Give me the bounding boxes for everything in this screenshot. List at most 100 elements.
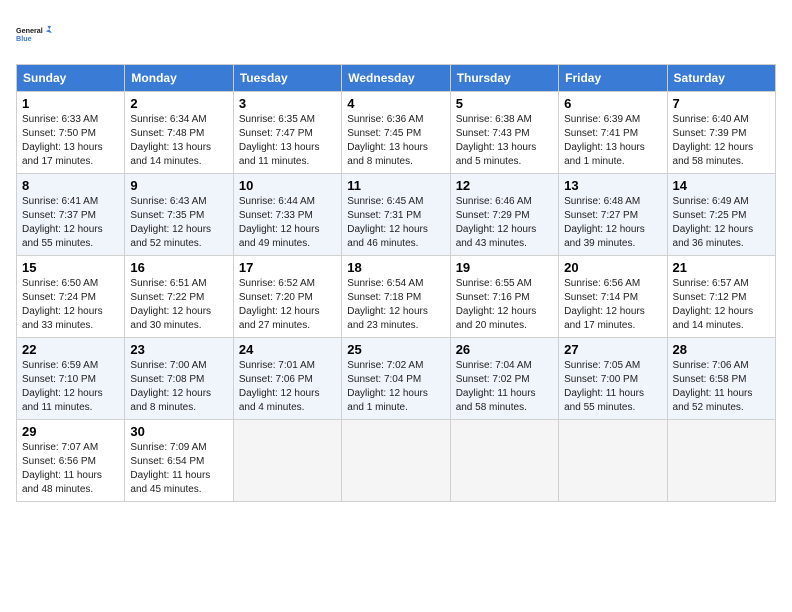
day-number: 20 xyxy=(564,260,661,275)
day-number: 18 xyxy=(347,260,444,275)
calendar-week-row: 15Sunrise: 6:50 AMSunset: 7:24 PMDayligh… xyxy=(17,256,776,338)
col-header-tuesday: Tuesday xyxy=(233,65,341,92)
day-detail: Sunrise: 7:07 AMSunset: 6:56 PMDaylight:… xyxy=(22,441,119,497)
day-detail: Sunrise: 6:36 AMSunset: 7:45 PMDaylight:… xyxy=(347,113,444,169)
day-number: 24 xyxy=(239,342,336,357)
day-number: 22 xyxy=(22,342,119,357)
day-detail: Sunrise: 7:05 AMSunset: 7:00 PMDaylight:… xyxy=(564,359,661,415)
calendar-table: SundayMondayTuesdayWednesdayThursdayFrid… xyxy=(16,64,776,502)
calendar-cell: 7 Sunrise: 6:40 AMSunset: 7:39 PMDaylight… xyxy=(667,92,775,174)
day-number: 1 xyxy=(22,96,119,111)
calendar-cell: 13Sunrise: 6:48 AMSunset: 7:27 PMDayligh… xyxy=(559,174,667,256)
col-header-wednesday: Wednesday xyxy=(342,65,450,92)
calendar-cell: 23 Sunrise: 7:00 AMSunset: 7:08 PMDayligh… xyxy=(125,338,233,420)
day-number: 28 xyxy=(673,342,770,357)
calendar-cell: 25 Sunrise: 7:02 AMSunset: 7:04 PMDayligh… xyxy=(342,338,450,420)
svg-text:Blue: Blue xyxy=(16,34,32,43)
day-detail: Sunrise: 6:44 AMSunset: 7:33 PMDaylight:… xyxy=(239,195,336,251)
calendar-cell: 11 Sunrise: 6:45 AMSunset: 7:31 PMDayligh… xyxy=(342,174,450,256)
day-number: 12 xyxy=(456,178,553,193)
day-number: 8 xyxy=(22,178,119,193)
calendar-cell: 3Sunrise: 6:35 AMSunset: 7:47 PMDaylight… xyxy=(233,92,341,174)
calendar-week-row: 1 Sunrise: 6:33 AMSunset: 7:50 PMDaylight… xyxy=(17,92,776,174)
svg-text:General: General xyxy=(16,26,43,35)
day-detail: Sunrise: 7:02 AMSunset: 7:04 PMDaylight:… xyxy=(347,359,444,415)
calendar-cell: 17 Sunrise: 6:52 AMSunset: 7:20 PMDayligh… xyxy=(233,256,341,338)
day-number: 19 xyxy=(456,260,553,275)
day-detail: Sunrise: 6:34 AMSunset: 7:48 PMDaylight:… xyxy=(130,113,227,169)
day-detail: Sunrise: 6:51 AMSunset: 7:22 PMDaylight:… xyxy=(130,277,227,333)
calendar-cell: 16 Sunrise: 6:51 AMSunset: 7:22 PMDayligh… xyxy=(125,256,233,338)
calendar-cell: 22 Sunrise: 6:59 AMSunset: 7:10 PMDayligh… xyxy=(17,338,125,420)
day-number: 26 xyxy=(456,342,553,357)
day-detail: Sunrise: 6:39 AMSunset: 7:41 PMDaylight:… xyxy=(564,113,661,169)
logo-icon: GeneralBlue xyxy=(16,16,52,52)
calendar-cell: 29 Sunrise: 7:07 AMSunset: 6:56 PMDayligh… xyxy=(17,420,125,502)
calendar-header-row: SundayMondayTuesdayWednesdayThursdayFrid… xyxy=(17,65,776,92)
calendar-cell: 18Sunrise: 6:54 AMSunset: 7:18 PMDayligh… xyxy=(342,256,450,338)
day-detail: Sunrise: 6:46 AMSunset: 7:29 PMDaylight:… xyxy=(456,195,553,251)
day-number: 23 xyxy=(130,342,227,357)
col-header-saturday: Saturday xyxy=(667,65,775,92)
day-number: 16 xyxy=(130,260,227,275)
calendar-cell: 9Sunrise: 6:43 AMSunset: 7:35 PMDaylight… xyxy=(125,174,233,256)
day-detail: Sunrise: 6:38 AMSunset: 7:43 PMDaylight:… xyxy=(456,113,553,169)
day-number: 5 xyxy=(456,96,553,111)
day-number: 27 xyxy=(564,342,661,357)
calendar-cell xyxy=(559,420,667,502)
day-number: 15 xyxy=(22,260,119,275)
day-detail: Sunrise: 6:33 AMSunset: 7:50 PMDaylight:… xyxy=(22,113,119,169)
col-header-thursday: Thursday xyxy=(450,65,558,92)
day-number: 25 xyxy=(347,342,444,357)
calendar-cell: 30 Sunrise: 7:09 AMSunset: 6:54 PMDayligh… xyxy=(125,420,233,502)
calendar-cell: 12 Sunrise: 6:46 AMSunset: 7:29 PMDayligh… xyxy=(450,174,558,256)
calendar-cell: 21 Sunrise: 6:57 AMSunset: 7:12 PMDayligh… xyxy=(667,256,775,338)
day-detail: Sunrise: 6:48 AMSunset: 7:27 PMDaylight:… xyxy=(564,195,661,251)
calendar-cell: 26 Sunrise: 7:04 AMSunset: 7:02 PMDayligh… xyxy=(450,338,558,420)
col-header-sunday: Sunday xyxy=(17,65,125,92)
calendar-cell: 2Sunrise: 6:34 AMSunset: 7:48 PMDaylight… xyxy=(125,92,233,174)
day-detail: Sunrise: 7:00 AMSunset: 7:08 PMDaylight:… xyxy=(130,359,227,415)
day-number: 21 xyxy=(673,260,770,275)
day-detail: Sunrise: 7:09 AMSunset: 6:54 PMDaylight:… xyxy=(130,441,227,497)
day-number: 9 xyxy=(130,178,227,193)
calendar-cell: 14Sunrise: 6:49 AMSunset: 7:25 PMDayligh… xyxy=(667,174,775,256)
day-detail: Sunrise: 7:01 AMSunset: 7:06 PMDaylight:… xyxy=(239,359,336,415)
calendar-cell xyxy=(667,420,775,502)
calendar-cell xyxy=(450,420,558,502)
day-detail: Sunrise: 6:45 AMSunset: 7:31 PMDaylight:… xyxy=(347,195,444,251)
calendar-cell: 4Sunrise: 6:36 AMSunset: 7:45 PMDaylight… xyxy=(342,92,450,174)
day-detail: Sunrise: 6:57 AMSunset: 7:12 PMDaylight:… xyxy=(673,277,770,333)
calendar-cell: 5 Sunrise: 6:38 AMSunset: 7:43 PMDaylight… xyxy=(450,92,558,174)
day-number: 30 xyxy=(130,424,227,439)
day-detail: Sunrise: 6:56 AMSunset: 7:14 PMDaylight:… xyxy=(564,277,661,333)
day-detail: Sunrise: 7:04 AMSunset: 7:02 PMDaylight:… xyxy=(456,359,553,415)
calendar-cell: 8 Sunrise: 6:41 AMSunset: 7:37 PMDaylight… xyxy=(17,174,125,256)
calendar-week-row: 8 Sunrise: 6:41 AMSunset: 7:37 PMDaylight… xyxy=(17,174,776,256)
day-number: 7 xyxy=(673,96,770,111)
calendar-cell: 19 Sunrise: 6:55 AMSunset: 7:16 PMDayligh… xyxy=(450,256,558,338)
calendar-week-row: 22 Sunrise: 6:59 AMSunset: 7:10 PMDayligh… xyxy=(17,338,776,420)
day-detail: Sunrise: 6:41 AMSunset: 7:37 PMDaylight:… xyxy=(22,195,119,251)
calendar-week-row: 29 Sunrise: 7:07 AMSunset: 6:56 PMDayligh… xyxy=(17,420,776,502)
calendar-cell: 27 Sunrise: 7:05 AMSunset: 7:00 PMDayligh… xyxy=(559,338,667,420)
logo: GeneralBlue xyxy=(16,16,52,52)
calendar-cell: 24 Sunrise: 7:01 AMSunset: 7:06 PMDayligh… xyxy=(233,338,341,420)
day-number: 11 xyxy=(347,178,444,193)
day-number: 17 xyxy=(239,260,336,275)
day-detail: Sunrise: 6:35 AMSunset: 7:47 PMDaylight:… xyxy=(239,113,336,169)
day-number: 10 xyxy=(239,178,336,193)
day-detail: Sunrise: 6:49 AMSunset: 7:25 PMDaylight:… xyxy=(673,195,770,251)
col-header-friday: Friday xyxy=(559,65,667,92)
day-detail: Sunrise: 6:59 AMSunset: 7:10 PMDaylight:… xyxy=(22,359,119,415)
day-detail: Sunrise: 6:40 AMSunset: 7:39 PMDaylight:… xyxy=(673,113,770,169)
col-header-monday: Monday xyxy=(125,65,233,92)
calendar-cell: 6Sunrise: 6:39 AMSunset: 7:41 PMDaylight… xyxy=(559,92,667,174)
day-detail: Sunrise: 6:52 AMSunset: 7:20 PMDaylight:… xyxy=(239,277,336,333)
calendar-cell: 10 Sunrise: 6:44 AMSunset: 7:33 PMDayligh… xyxy=(233,174,341,256)
day-number: 29 xyxy=(22,424,119,439)
calendar-cell: 15Sunrise: 6:50 AMSunset: 7:24 PMDayligh… xyxy=(17,256,125,338)
day-detail: Sunrise: 6:55 AMSunset: 7:16 PMDaylight:… xyxy=(456,277,553,333)
calendar-cell xyxy=(233,420,341,502)
calendar-cell: 1 Sunrise: 6:33 AMSunset: 7:50 PMDaylight… xyxy=(17,92,125,174)
